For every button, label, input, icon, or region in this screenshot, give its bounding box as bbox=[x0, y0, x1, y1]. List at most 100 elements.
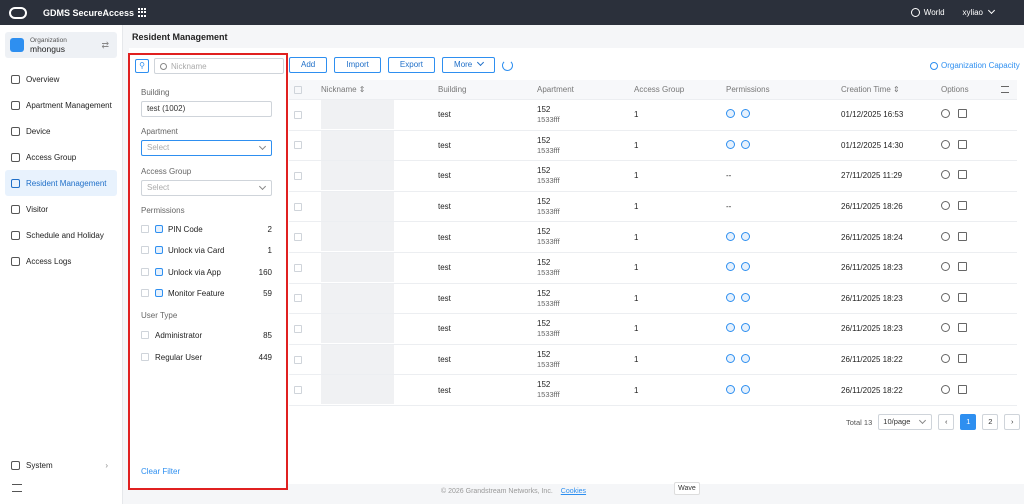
sidebar-item-overview[interactable]: Overview bbox=[0, 66, 117, 92]
refresh-icon[interactable] bbox=[502, 60, 514, 71]
row-checkbox[interactable] bbox=[294, 355, 302, 364]
more-button[interactable]: More bbox=[442, 57, 496, 73]
column-settings-icon[interactable] bbox=[1001, 86, 1009, 93]
edit-icon[interactable] bbox=[958, 323, 967, 333]
info-icon[interactable] bbox=[941, 170, 950, 180]
header-creation-time[interactable]: Creation Time ⇕ bbox=[841, 85, 900, 94]
info-icon[interactable] bbox=[941, 262, 950, 272]
export-button[interactable]: Export bbox=[387, 57, 436, 73]
edit-icon[interactable] bbox=[958, 354, 967, 364]
edit-icon[interactable] bbox=[958, 384, 967, 394]
page-2-button[interactable]: 2 bbox=[982, 414, 999, 430]
prev-page-button[interactable]: ‹ bbox=[938, 414, 955, 430]
row-checkbox[interactable] bbox=[294, 171, 302, 180]
row-checkbox[interactable] bbox=[294, 141, 302, 150]
table-row[interactable]: test 152 1533fff 1 26/11/2025 18:23 bbox=[289, 252, 1017, 284]
table-row[interactable]: test 152 1533fff 1 26/11/2025 18:24 bbox=[289, 222, 1017, 253]
row-checkbox[interactable] bbox=[294, 110, 302, 119]
page-1-button[interactable]: 1 bbox=[960, 414, 977, 430]
table-row[interactable]: test 152 1533fff 1 01/12/2025 14:30 bbox=[289, 130, 1017, 162]
import-button[interactable]: Import bbox=[334, 57, 381, 73]
table-row[interactable]: test 152 1533fff 1 26/11/2025 18:23 bbox=[289, 314, 1017, 345]
swap-icon[interactable]: ⇄ bbox=[101, 40, 109, 51]
info-icon[interactable] bbox=[941, 109, 950, 119]
phone-icon bbox=[726, 139, 735, 149]
sidebar-item-device[interactable]: Device bbox=[0, 118, 117, 144]
edit-icon[interactable] bbox=[958, 139, 967, 149]
system-grid-icon bbox=[11, 460, 20, 470]
row-checkbox[interactable] bbox=[294, 386, 302, 395]
table-row[interactable]: test 152 1533fff 1 -- 26/11/2025 18:26 bbox=[289, 191, 1017, 223]
edit-icon[interactable] bbox=[958, 109, 967, 119]
permission-monitor-feature[interactable]: Monitor Feature 59 bbox=[141, 286, 272, 300]
table-row[interactable]: test 152 1533fff 1 -- 27/11/2025 11:29 bbox=[289, 161, 1017, 192]
info-icon[interactable] bbox=[941, 354, 950, 364]
select-all-checkbox[interactable] bbox=[294, 85, 302, 94]
nickname-search-input[interactable]: Nickname bbox=[154, 58, 284, 74]
sidebar-item-access-group[interactable]: Access Group bbox=[0, 144, 117, 170]
collapse-sidebar-icon[interactable] bbox=[12, 484, 22, 492]
filter-icon[interactable]: ⚲ bbox=[135, 59, 149, 73]
header-nickname[interactable]: Nickname ⇕ bbox=[321, 85, 366, 94]
sidebar-item-apartment-management[interactable]: Apartment Management bbox=[0, 92, 117, 118]
nickname-redacted bbox=[321, 344, 394, 374]
info-icon[interactable] bbox=[941, 384, 950, 394]
user-type-option-label: Administrator bbox=[155, 330, 203, 340]
edit-icon[interactable] bbox=[958, 262, 967, 272]
checkbox[interactable] bbox=[141, 331, 149, 339]
apartment-select[interactable]: Select bbox=[141, 140, 272, 156]
checkbox[interactable] bbox=[141, 353, 149, 361]
add-button[interactable]: Add bbox=[289, 57, 328, 73]
sidebar-item-system[interactable]: System › bbox=[0, 457, 118, 473]
building-cell: test bbox=[438, 324, 451, 334]
user-name: xyliao bbox=[962, 7, 983, 17]
info-icon[interactable] bbox=[941, 201, 950, 211]
user-type-regular-user[interactable]: Regular User 449 bbox=[141, 350, 272, 364]
app-grid-icon[interactable] bbox=[138, 8, 147, 17]
cookies-link[interactable]: Cookies bbox=[561, 488, 586, 495]
permission-unlock-via-app[interactable]: Unlock via App 160 bbox=[141, 265, 272, 279]
checkbox[interactable] bbox=[141, 268, 149, 276]
building-cell: test bbox=[438, 355, 451, 365]
sidebar-item-access-logs[interactable]: Access Logs bbox=[0, 248, 117, 274]
info-icon[interactable] bbox=[941, 139, 950, 149]
sidebar-item-schedule-and-holiday[interactable]: Schedule and Holiday bbox=[0, 222, 117, 248]
access-group-select[interactable]: Select bbox=[141, 180, 272, 196]
edit-icon[interactable] bbox=[958, 201, 967, 211]
sidebar-item-visitor[interactable]: Visitor bbox=[0, 196, 117, 222]
organization-capacity-link[interactable]: Organization Capacity bbox=[930, 61, 1020, 70]
info-icon[interactable] bbox=[941, 231, 950, 241]
table-row[interactable]: test 152 1533fff 1 26/11/2025 18:22 bbox=[289, 344, 1017, 376]
sidebar-nav: Overview Apartment Management Device Acc… bbox=[0, 66, 122, 274]
apartment-number: 152 bbox=[537, 349, 551, 359]
edit-icon[interactable] bbox=[958, 170, 967, 180]
row-checkbox[interactable] bbox=[294, 233, 302, 242]
checkbox[interactable] bbox=[141, 225, 149, 233]
row-checkbox[interactable] bbox=[294, 263, 302, 272]
next-page-button[interactable]: › bbox=[1004, 414, 1021, 430]
user-type-administrator[interactable]: Administrator 85 bbox=[141, 328, 272, 342]
row-checkbox[interactable] bbox=[294, 202, 302, 211]
edit-icon[interactable] bbox=[958, 231, 967, 241]
info-icon[interactable] bbox=[941, 323, 950, 333]
nickname-redacted bbox=[321, 222, 394, 252]
table-row[interactable]: test 152 1533fff 1 01/12/2025 16:53 bbox=[289, 100, 1017, 131]
clear-filter-link[interactable]: Clear Filter bbox=[141, 467, 180, 476]
page-size-select[interactable]: 10/page bbox=[878, 414, 933, 430]
table-row[interactable]: test 152 1533fff 1 26/11/2025 18:22 bbox=[289, 375, 1017, 406]
organization-switcher[interactable]: Organization mhongus ⇄ bbox=[5, 32, 117, 58]
table-row[interactable]: test 152 1533fff 1 26/11/2025 18:23 bbox=[289, 283, 1017, 315]
edit-icon[interactable] bbox=[958, 292, 967, 302]
row-checkbox[interactable] bbox=[294, 324, 302, 333]
checkbox[interactable] bbox=[141, 289, 149, 297]
permission-pin-code[interactable]: PIN Code 2 bbox=[141, 222, 272, 236]
user-menu[interactable]: xyliao bbox=[962, 6, 996, 17]
sidebar-item-resident-management[interactable]: Resident Management bbox=[5, 170, 117, 196]
region-selector[interactable]: World bbox=[910, 8, 945, 18]
info-icon[interactable] bbox=[941, 292, 950, 302]
row-checkbox[interactable] bbox=[294, 294, 302, 303]
checkbox[interactable] bbox=[141, 246, 149, 254]
permission-unlock-via-card[interactable]: Unlock via Card 1 bbox=[141, 243, 272, 257]
building-select[interactable]: test (1002) bbox=[141, 101, 272, 117]
permission-count: 2 bbox=[267, 224, 272, 234]
